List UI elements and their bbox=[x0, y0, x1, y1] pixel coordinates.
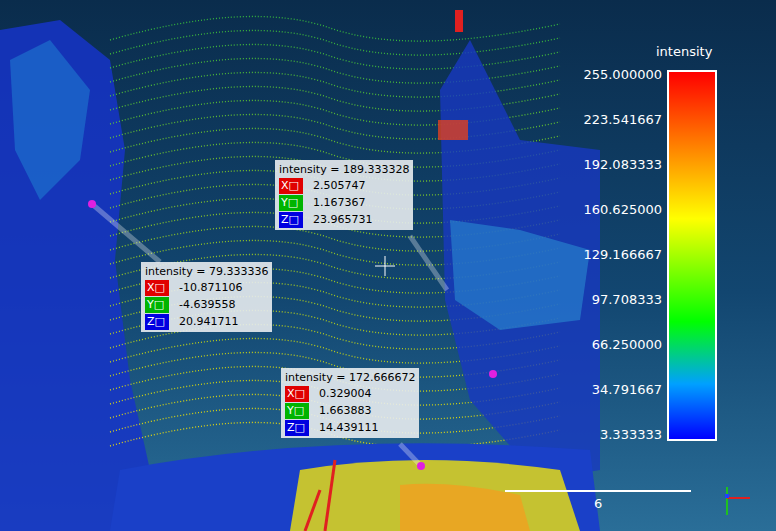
scale-ticks: 255.000000 223.541667 192.083333 160.625000… bbox=[574, 68, 662, 442]
point-label[interactable]: intensity = 79.333336X□ -10.871106 Y□ -4.63… bbox=[141, 262, 272, 332]
coord-row: Y□ -4.639558 bbox=[145, 297, 268, 313]
scale-tick: 129.166667 bbox=[583, 248, 662, 262]
coord-row: Y□ 1.167367 bbox=[279, 195, 409, 211]
3d-view[interactable]: intensity 255.000000 223.541667 192.083333 1… bbox=[0, 0, 776, 531]
scale-tick: 34.791667 bbox=[592, 383, 662, 397]
coord-value: -10.871106 bbox=[175, 280, 242, 296]
point-label[interactable]: intensity = 172.666672X□ 0.329004 Y□ 1.6638… bbox=[281, 368, 419, 438]
coord-row: Y□ 1.663883 bbox=[285, 403, 415, 419]
coord-row: X□ 0.329004 bbox=[285, 386, 415, 402]
axis-badge: X□ bbox=[279, 178, 303, 194]
label-title: intensity = 172.666672 bbox=[285, 370, 415, 385]
scale-label: 6 bbox=[594, 497, 602, 511]
coord-value: 0.329004 bbox=[315, 386, 372, 402]
scale-tick: 223.541667 bbox=[583, 113, 662, 127]
axis-badge: X□ bbox=[285, 386, 309, 402]
scale-line bbox=[505, 490, 691, 492]
scale-title: intensity bbox=[656, 44, 712, 60]
coord-row: Z□ 20.941711 bbox=[145, 314, 268, 330]
coord-row: X□ -10.871106 bbox=[145, 280, 268, 296]
scale-tick: 192.083333 bbox=[583, 158, 662, 172]
scale-tick: 66.250000 bbox=[592, 338, 662, 352]
scale-tick: 97.708333 bbox=[592, 293, 662, 307]
scale-tick: 160.625000 bbox=[583, 203, 662, 217]
axis-badge: X□ bbox=[145, 280, 169, 296]
point-label[interactable]: intensity = 189.333328X□ 2.505747 Y□ 1.1673… bbox=[275, 160, 413, 230]
axis-badge: Y□ bbox=[145, 297, 169, 313]
scale-bar-gradient bbox=[667, 70, 717, 441]
scale-tick: 255.000000 bbox=[583, 68, 662, 82]
scale-bar: 6 bbox=[505, 486, 691, 514]
axis-badge: Y□ bbox=[285, 403, 309, 419]
coord-value: 1.167367 bbox=[309, 195, 366, 211]
coord-value: 23.965731 bbox=[309, 212, 373, 228]
axis-badge: Z□ bbox=[279, 212, 303, 228]
coord-row: X□ 2.505747 bbox=[279, 178, 409, 194]
axis-badge: Z□ bbox=[145, 314, 169, 330]
color-scale: intensity 255.000000 223.541667 192.083333 1… bbox=[574, 44, 734, 444]
coord-value: 14.439111 bbox=[315, 420, 379, 436]
coord-value: 20.941711 bbox=[175, 314, 239, 330]
coord-value: 1.663883 bbox=[315, 403, 372, 419]
coord-row: Z□ 14.439111 bbox=[285, 420, 415, 436]
label-title: intensity = 189.333328 bbox=[279, 162, 409, 177]
coord-value: 2.505747 bbox=[309, 178, 366, 194]
axis-badge: Z□ bbox=[285, 420, 309, 436]
coord-value: -4.639558 bbox=[175, 297, 235, 313]
label-title: intensity = 79.333336 bbox=[145, 264, 268, 279]
axis-badge: Y□ bbox=[279, 195, 303, 211]
coord-row: Z□ 23.965731 bbox=[279, 212, 409, 228]
scale-tick: 3.333333 bbox=[600, 428, 662, 442]
